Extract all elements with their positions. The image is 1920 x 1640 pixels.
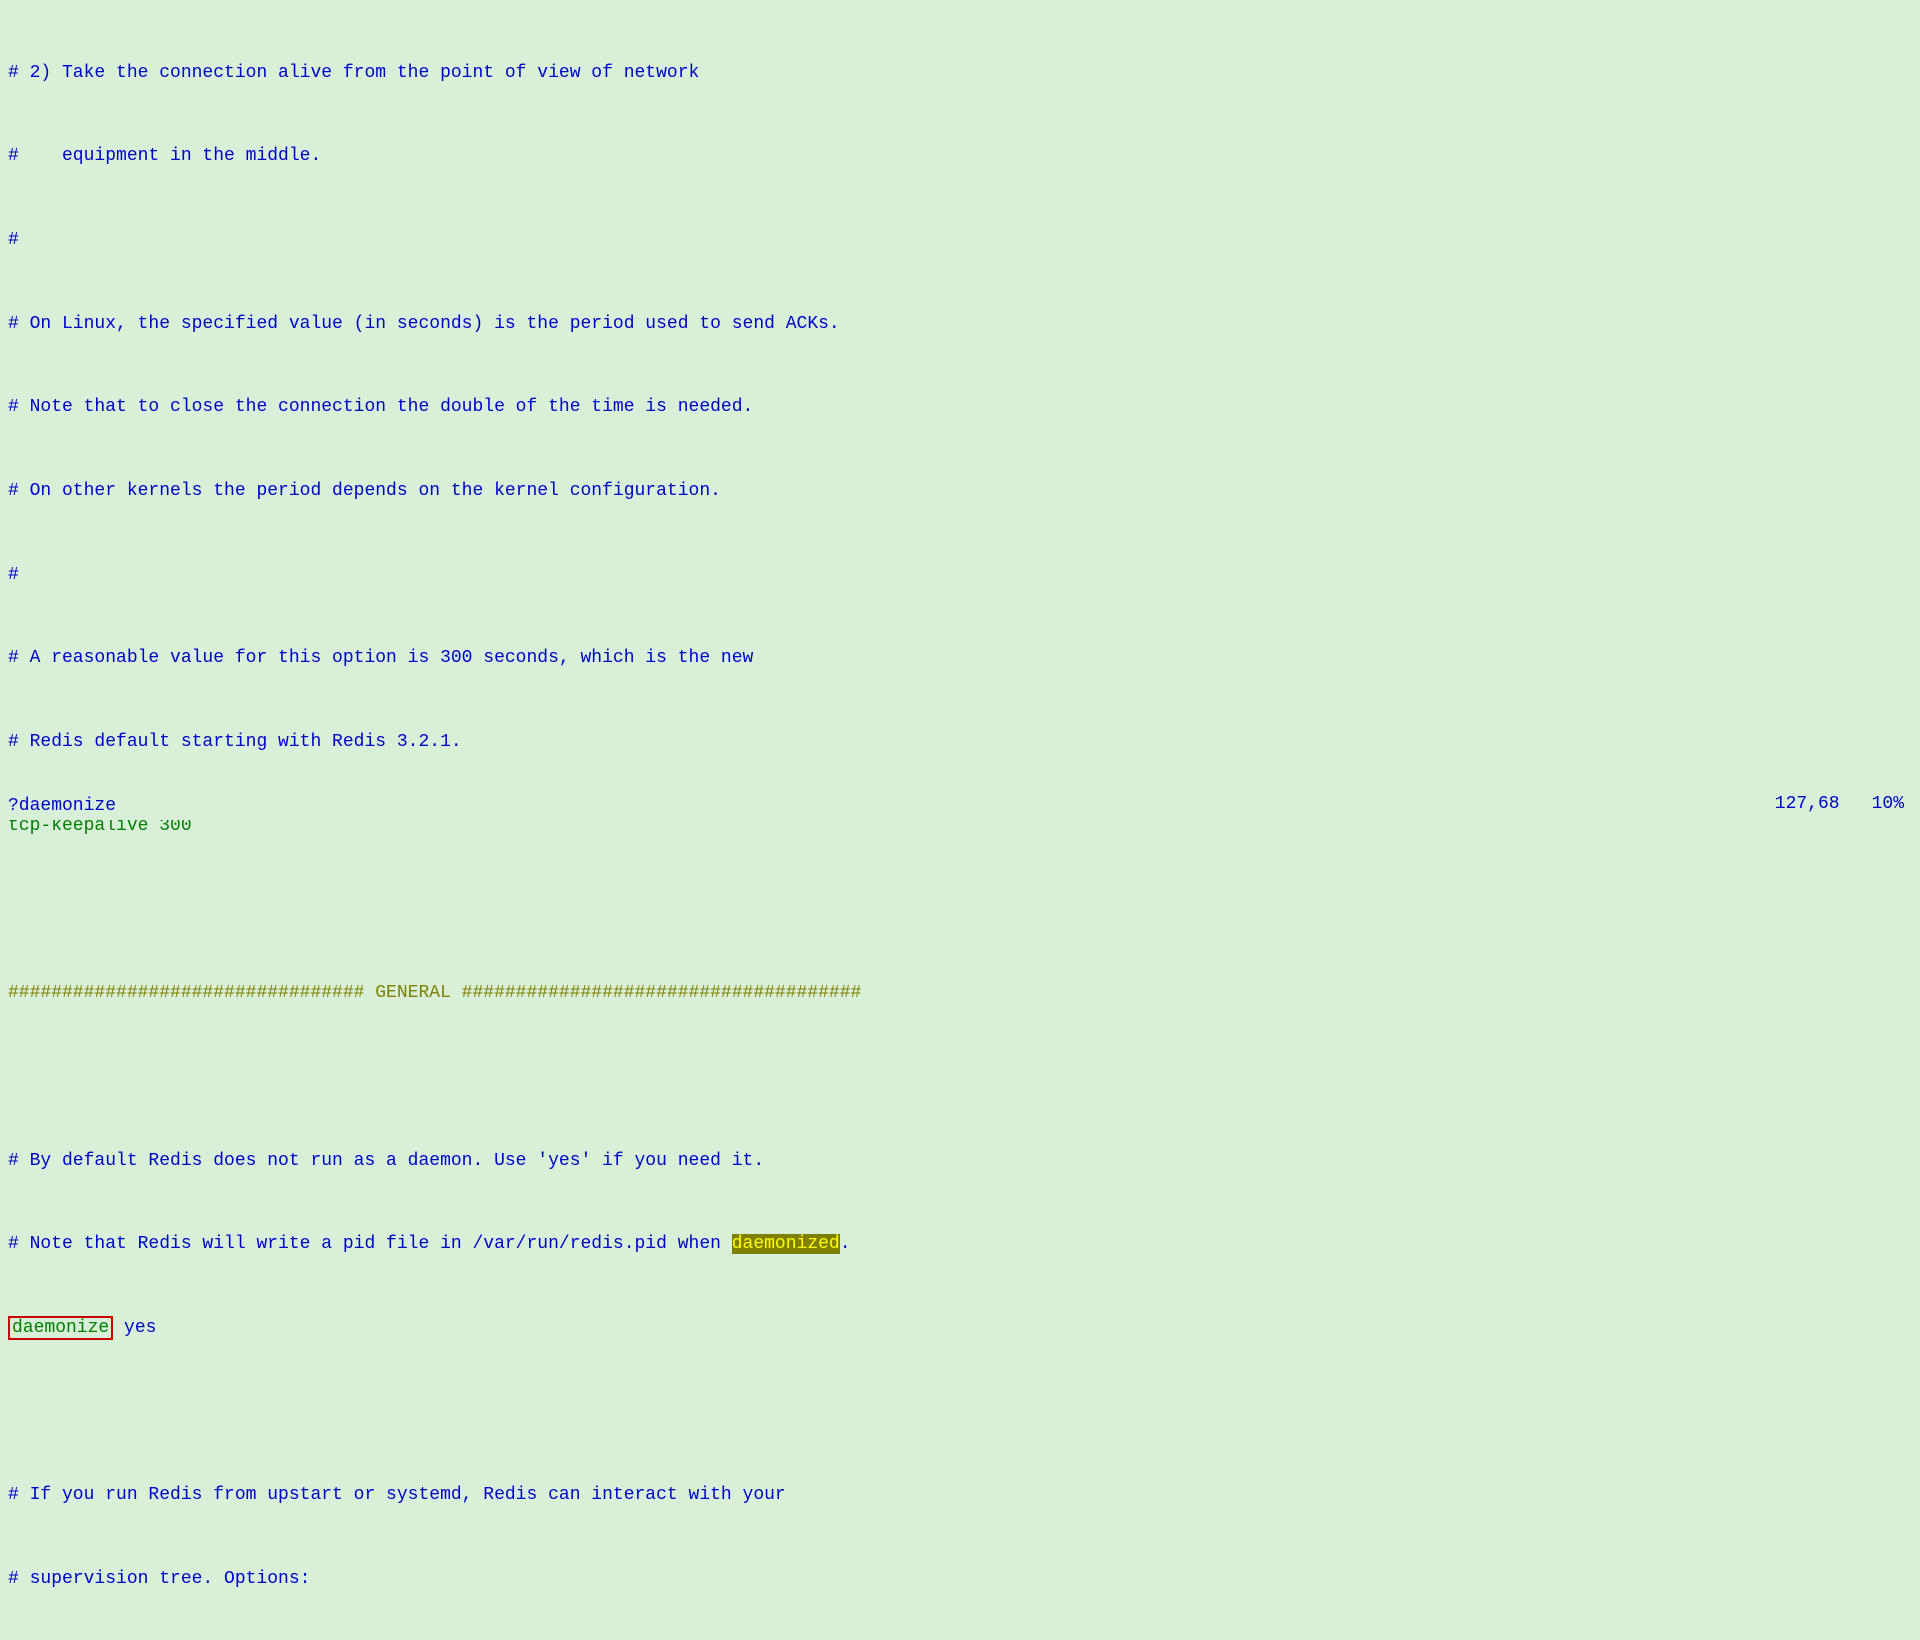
daemonize-keyword: daemonize <box>8 1316 113 1340</box>
section-header-general: ################################# GENERA… <box>8 980 1912 1008</box>
line-7: # <box>8 562 1912 590</box>
line-18: # If you run Redis from upstart or syste… <box>8 1482 1912 1510</box>
line-13 <box>8 1064 1912 1092</box>
line-14: # By default Redis does not run as a dae… <box>8 1148 1912 1176</box>
editor-area[interactable]: # 2) Take the connection alive from the … <box>0 0 1920 1640</box>
line-17 <box>8 1399 1912 1427</box>
search-term: ?daemonize <box>8 796 116 816</box>
line-6: # On other kernels the period depends on… <box>8 478 1912 506</box>
line-15: # Note that Redis will write a pid file … <box>8 1231 1912 1259</box>
line-11 <box>8 897 1912 925</box>
cursor-position: 127,68 <box>1775 794 1840 814</box>
line-9: # Redis default starting with Redis 3.2.… <box>8 729 1912 757</box>
line-4: # On Linux, the specified value (in seco… <box>8 311 1912 339</box>
comment-after-daemonized: . <box>840 1234 851 1254</box>
line-daemonize: daemonize yes <box>8 1315 1912 1343</box>
line-1: # 2) Take the connection alive from the … <box>8 60 1912 88</box>
line-19: # supervision tree. Options: <box>8 1566 1912 1594</box>
line-8: # A reasonable value for this option is … <box>8 645 1912 673</box>
line-2: # equipment in the middle. <box>8 143 1912 171</box>
status-right: 127,68 10% <box>1775 794 1904 814</box>
line-3: # <box>8 227 1912 255</box>
line-5: # Note that to close the connection the … <box>8 394 1912 422</box>
status-bar: ?daemonize 127,68 10% <box>0 788 1920 820</box>
daemonize-value: yes <box>113 1318 156 1338</box>
scroll-percentage: 10% <box>1872 794 1904 814</box>
daemonized-highlight: daemonized <box>732 1234 840 1254</box>
comment-before-daemonized: # Note that Redis will write a pid file … <box>8 1234 732 1254</box>
